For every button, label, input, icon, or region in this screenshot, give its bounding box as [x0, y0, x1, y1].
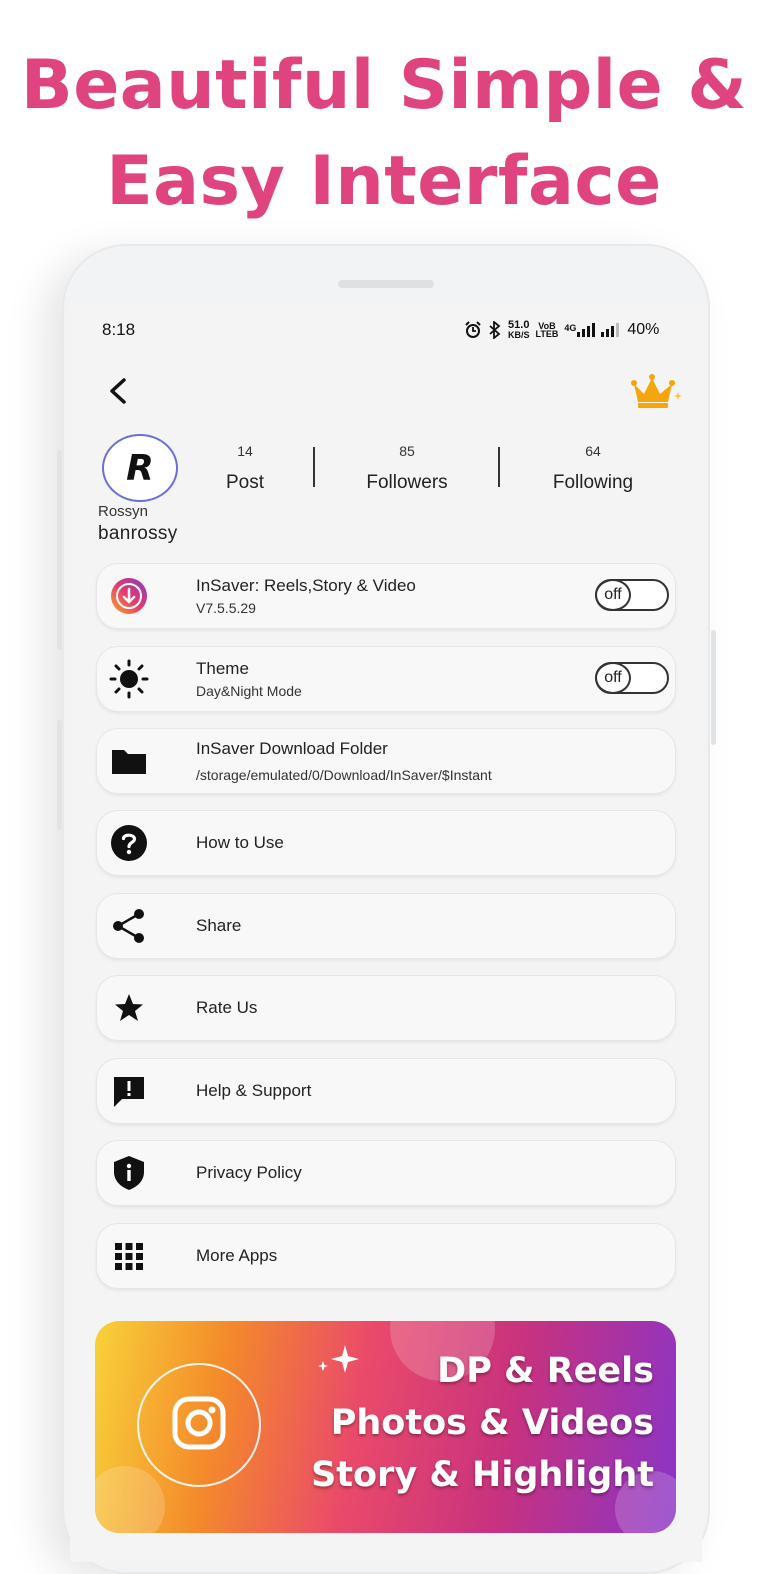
profile-username: banrossy — [98, 523, 178, 544]
phone-speaker — [338, 280, 434, 288]
stat-followers-label: Followers — [366, 472, 448, 493]
app-title: InSaver: Reels,Story & Video — [196, 576, 416, 595]
avatar-letter: R — [126, 447, 154, 489]
headline-line-1: Beautiful Simple & — [20, 46, 748, 125]
banner-line-1: DP & Reels — [437, 1351, 654, 1391]
phone-side-button-right — [711, 630, 716, 745]
settings-item-how-to-use[interactable]: How to Use — [96, 810, 676, 876]
banner-line-3: Story & Highlight — [311, 1455, 654, 1495]
sun-icon — [109, 659, 149, 699]
theme-title: Theme — [196, 659, 249, 678]
avatar[interactable]: R — [102, 434, 178, 502]
status-icons: 51.0 KB/S VoB LTEB 4G 40% — [464, 320, 660, 340]
grid-icon — [109, 1236, 149, 1276]
network-speed: 51.0 KB/S — [508, 320, 530, 340]
profile-display-name: Rossyn — [98, 503, 149, 520]
settings-item-privacy-policy[interactable]: Privacy Policy — [96, 1140, 676, 1206]
help-circle-icon — [109, 823, 149, 863]
theme-subtitle: Day&Night Mode — [196, 683, 302, 699]
stat-posts: 14 Post — [170, 443, 320, 494]
volte-indicator: VoB LTEB — [535, 321, 559, 339]
theme-toggle[interactable]: off — [595, 662, 669, 694]
status-time: 8:18 — [102, 320, 136, 339]
stat-following-label: Following — [552, 472, 634, 493]
promo-headline: Beautiful Simple & Easy Interface — [0, 38, 768, 230]
back-arrow-icon[interactable] — [104, 376, 132, 406]
app-version: V7.5.5.29 — [196, 600, 256, 616]
settings-item-download-folder[interactable]: InSaver Download Folder /storage/emulate… — [96, 728, 676, 794]
app-toggle-knob: off — [595, 579, 631, 611]
theme-toggle-knob: off — [595, 662, 631, 694]
stat-followers: 85 Followers — [332, 443, 482, 494]
banner-bubble — [95, 1466, 165, 1533]
stat-followers-count: 85 — [399, 443, 415, 459]
battery-level: 40% — [627, 320, 660, 338]
privacy-policy-label: Privacy Policy — [196, 1163, 302, 1182]
settings-item-rate-us[interactable]: Rate Us — [96, 975, 676, 1041]
shield-info-icon — [109, 1153, 149, 1193]
settings-item-more-apps[interactable]: More Apps — [96, 1223, 676, 1289]
promo-banner[interactable]: DP & Reels Photos & Videos Story & Highl… — [95, 1321, 676, 1533]
banner-line-2: Photos & Videos — [330, 1403, 654, 1443]
alarm-icon — [465, 320, 481, 338]
more-apps-label: More Apps — [196, 1246, 278, 1265]
signal-bars-icon — [577, 322, 596, 337]
rate-us-label: Rate Us — [196, 998, 258, 1017]
share-label: Share — [196, 916, 242, 935]
help-support-label: Help & Support — [196, 1081, 312, 1100]
folder-path: /storage/emulated/0/Download/InSaver/$In… — [196, 767, 492, 783]
headline-line-2: Easy Interface — [106, 142, 662, 221]
stat-following-count: 64 — [585, 443, 601, 459]
share-icon — [109, 906, 149, 946]
stat-divider — [313, 447, 315, 487]
how-to-use-label: How to Use — [196, 833, 284, 852]
settings-item-theme[interactable]: Theme Day&Night Mode off — [96, 646, 676, 712]
bluetooth-icon — [489, 320, 501, 339]
stat-divider — [498, 447, 500, 487]
network-speed-unit: KB/S — [508, 330, 530, 340]
signal-4g: 4G — [564, 322, 596, 337]
stat-following: 64 Following — [518, 443, 668, 494]
download-icon — [109, 576, 149, 616]
folder-title: InSaver Download Folder — [196, 739, 388, 758]
feedback-icon — [109, 1071, 149, 1111]
settings-item-share[interactable]: Share — [96, 893, 676, 959]
stat-posts-label: Post — [225, 472, 265, 493]
phone-side-button-left-lower — [57, 720, 62, 830]
crown-icon[interactable] — [630, 372, 682, 412]
volte-bottom: LTEB — [535, 328, 559, 339]
app-toggle[interactable]: off — [595, 579, 669, 611]
star-icon — [109, 988, 149, 1028]
instagram-icon — [172, 1396, 226, 1450]
stat-posts-count: 14 — [237, 443, 253, 459]
folder-icon — [109, 741, 149, 781]
phone-side-button-left — [57, 450, 62, 650]
sparkle-icon — [318, 1345, 359, 1373]
settings-item-app-info[interactable]: InSaver: Reels,Story & Video V7.5.5.29 o… — [96, 563, 676, 629]
net-type: 4G — [564, 322, 577, 333]
settings-item-help-support[interactable]: Help & Support — [96, 1058, 676, 1124]
signal-bars-2-icon — [601, 322, 620, 337]
